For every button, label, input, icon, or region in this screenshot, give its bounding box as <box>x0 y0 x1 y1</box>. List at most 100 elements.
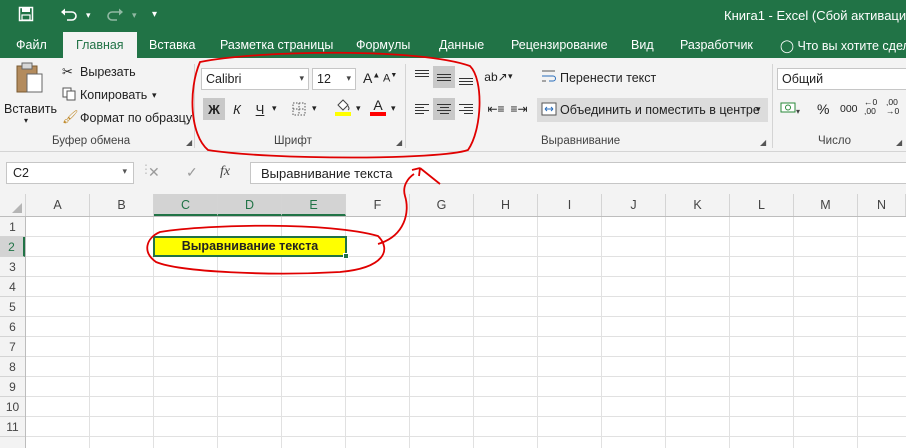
font-color-dropdown-icon[interactable]: ▾ <box>391 103 396 114</box>
column-header[interactable]: A <box>26 194 90 216</box>
tab-insert[interactable]: Вставка <box>149 38 195 52</box>
accounting-format-button[interactable]: ▾ <box>780 100 802 119</box>
alignment-group-label: Выравнивание <box>541 135 621 147</box>
merge-center-label: Объединить и поместить в центре <box>560 103 760 117</box>
copy-button[interactable]: Копировать <box>80 88 147 102</box>
align-center-button[interactable] <box>433 98 455 120</box>
wrap-text-button[interactable]: Перенести текст <box>560 71 656 85</box>
borders-button[interactable] <box>288 98 310 120</box>
fill-handle[interactable] <box>343 253 349 259</box>
row-header[interactable]: 6 <box>0 317 25 337</box>
tell-me-box[interactable]: ◯ Что вы хотите сдела <box>780 38 906 53</box>
orientation-button[interactable]: ab↗ <box>484 66 507 88</box>
font-dialog-launcher[interactable]: ◢ <box>396 138 402 147</box>
row-header[interactable]: 1 <box>0 217 25 237</box>
underline-button[interactable]: Ч <box>249 98 271 120</box>
column-header[interactable]: G <box>410 194 474 216</box>
align-left-button[interactable] <box>411 98 433 120</box>
name-box[interactable]: C2 ▾ <box>6 162 134 184</box>
row-header[interactable]: 8 <box>0 357 25 377</box>
bold-button[interactable]: Ж <box>203 98 225 120</box>
tab-file[interactable]: Файл <box>16 38 47 52</box>
italic-button[interactable]: К <box>226 98 248 120</box>
column-header[interactable]: H <box>474 194 538 216</box>
shrink-font-button[interactable]: A▼ <box>383 72 397 85</box>
font-color-button[interactable]: А <box>367 96 389 118</box>
increase-indent-button[interactable]: ≡⇥ <box>508 98 530 120</box>
column-header[interactable]: M <box>794 194 858 216</box>
tab-data[interactable]: Данные <box>439 38 484 52</box>
row-header[interactable]: 2 <box>0 237 25 257</box>
decrease-indent-button[interactable]: ⇤≡ <box>485 98 507 120</box>
tab-review[interactable]: Рецензирование <box>511 38 608 52</box>
column-header[interactable]: K <box>666 194 730 216</box>
paste-button[interactable]: Вставить ▾ <box>4 62 57 125</box>
row-header[interactable]: 5 <box>0 297 25 317</box>
align-right-button[interactable] <box>455 98 477 120</box>
currency-icon: ▾ <box>780 102 800 116</box>
increase-indent-icon: ≡⇥ <box>510 102 528 116</box>
row-header[interactable]: 4 <box>0 277 25 297</box>
number-dialog-launcher[interactable]: ◢ <box>896 138 902 147</box>
formula-input[interactable]: Выравнивание текста <box>250 162 906 184</box>
tab-page-layout[interactable]: Разметка страницы <box>220 38 333 52</box>
merge-dropdown-icon[interactable]: ▾ <box>756 104 761 115</box>
tab-formulas[interactable]: Формулы <box>356 38 410 52</box>
undo-icon[interactable] <box>60 6 78 26</box>
select-all-corner[interactable] <box>0 194 26 216</box>
row-header[interactable]: 9 <box>0 377 25 397</box>
number-format-combo[interactable]: Общий <box>777 68 906 90</box>
orientation-dropdown-icon[interactable]: ▾ <box>508 71 513 82</box>
column-header[interactable]: B <box>90 194 154 216</box>
merge-center-button[interactable]: Объединить и поместить в центре ▾ <box>537 98 768 122</box>
row-header[interactable]: 3 <box>0 257 25 277</box>
alignment-dialog-launcher[interactable]: ◢ <box>760 138 766 147</box>
row-header[interactable]: 10 <box>0 397 25 417</box>
decrease-decimal-button[interactable]: ,00 →0 <box>886 98 899 116</box>
column-header[interactable]: F <box>346 194 410 216</box>
column-header[interactable]: L <box>730 194 794 216</box>
font-name-combo[interactable]: Calibri ▾ <box>201 68 309 90</box>
borders-dropdown-icon[interactable]: ▾ <box>312 103 317 114</box>
align-middle-button[interactable] <box>433 66 455 88</box>
cancel-entry-button[interactable]: ✕ <box>148 164 160 181</box>
column-header[interactable]: N <box>858 194 906 216</box>
row-header[interactable]: 7 <box>0 337 25 357</box>
grow-font-button[interactable]: A▲ <box>363 70 380 86</box>
save-icon[interactable] <box>18 6 34 26</box>
font-size-combo[interactable]: 12 ▾ <box>312 68 356 90</box>
customize-toolbar-icon[interactable]: ▾ <box>152 9 157 20</box>
insert-function-button[interactable]: fx <box>220 164 230 180</box>
thousands-button[interactable]: 000 <box>840 103 858 115</box>
selected-merged-cell[interactable]: Выравнивание текста <box>153 236 347 257</box>
redo-dropdown-icon[interactable]: ▾ <box>132 10 137 21</box>
column-header[interactable]: J <box>602 194 666 216</box>
chevron-down-icon[interactable]: ▾ <box>122 166 127 177</box>
tab-developer[interactable]: Разработчик <box>680 38 753 52</box>
row-header[interactable]: 11 <box>0 417 25 437</box>
undo-dropdown-icon[interactable]: ▾ <box>86 10 91 21</box>
align-top-button[interactable] <box>411 66 433 88</box>
column-header[interactable]: I <box>538 194 602 216</box>
percent-button[interactable]: % <box>817 101 829 117</box>
align-bottom-button[interactable] <box>455 66 477 88</box>
underline-dropdown-icon[interactable]: ▾ <box>272 103 277 114</box>
copy-dropdown-icon[interactable]: ▾ <box>152 90 157 101</box>
fill-color-button[interactable] <box>332 96 354 118</box>
format-painter-button[interactable]: Формат по образцу <box>80 111 192 125</box>
column-header[interactable]: E <box>282 194 346 216</box>
tab-home[interactable]: Главная <box>63 32 137 58</box>
enter-entry-button[interactable]: ✓ <box>186 164 198 181</box>
tab-view[interactable]: Вид <box>631 38 654 52</box>
increase-decimal-button[interactable]: ←0,00 <box>864 98 877 116</box>
fill-color-dropdown-icon[interactable]: ▾ <box>356 103 361 114</box>
name-box-value: C2 <box>13 166 29 180</box>
redo-icon[interactable] <box>106 6 124 26</box>
column-header[interactable]: C <box>154 194 218 216</box>
ribbon-tabs: Файл Главная Вставка Разметка страницы Ф… <box>0 32 906 58</box>
title-bar: ▾ ▾ ▾ Книга1 - Excel (Сбой активации п <box>0 0 906 32</box>
column-header[interactable]: D <box>218 194 282 216</box>
cut-button[interactable]: Вырезать <box>80 65 136 79</box>
chevron-down-icon: ▾ <box>299 73 304 83</box>
clipboard-dialog-launcher[interactable]: ◢ <box>186 138 192 147</box>
